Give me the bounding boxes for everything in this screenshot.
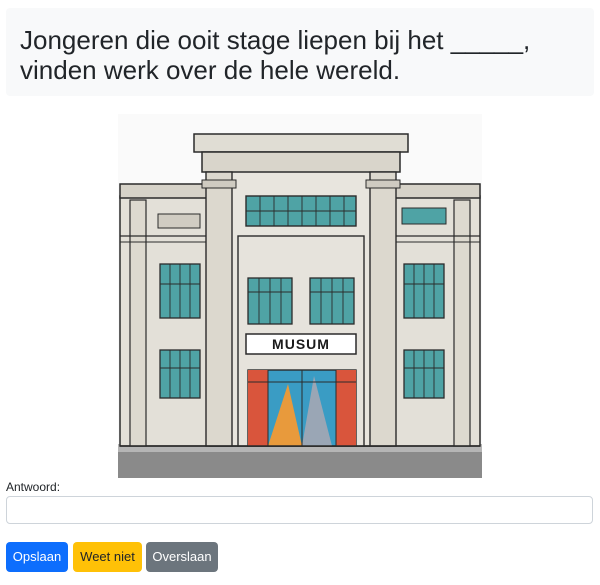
question-text: Jongeren die ooit stage liepen bij het _… (20, 25, 531, 85)
museum-illustration: MUSUM (118, 114, 482, 478)
museum-building-image: MUSUM (118, 114, 482, 478)
dont-know-button[interactable]: Weet niet (73, 542, 142, 572)
museum-sign-text: MUSUM (272, 336, 330, 352)
answer-input[interactable] (6, 496, 593, 524)
save-button[interactable]: Opslaan (6, 542, 68, 572)
answer-label: Antwoord: (6, 480, 61, 494)
question-panel: Jongeren die ooit stage liepen bij het _… (6, 8, 594, 96)
skip-button[interactable]: Overslaan (146, 542, 218, 572)
